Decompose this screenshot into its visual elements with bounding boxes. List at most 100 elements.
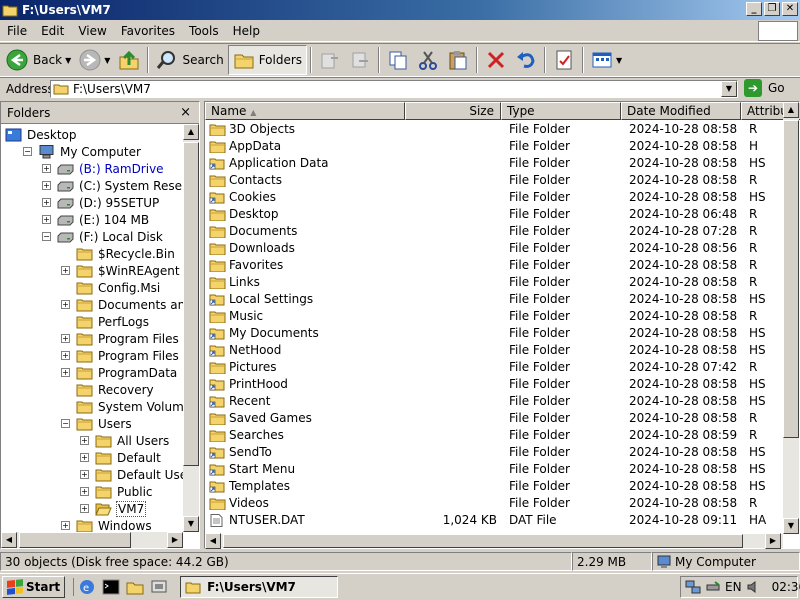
scroll-up-button[interactable]: ▲ [783, 102, 799, 118]
undo-button[interactable] [511, 45, 541, 75]
properties-button[interactable] [549, 45, 579, 75]
move-to-button[interactable] [315, 45, 345, 75]
file-row[interactable]: Saved Games File Folder 2024-10-28 08:58 R [205, 410, 783, 427]
file-row[interactable]: Start Menu File Folder 2024-10-28 08:58 HS [205, 461, 783, 478]
tree-node[interactable]: − Users [61, 415, 133, 432]
go-button[interactable]: ➔ Go [744, 79, 785, 97]
expand-toggle[interactable]: + [80, 470, 89, 479]
collapse-toggle[interactable]: − [42, 232, 51, 241]
tree-node[interactable]: + VM7 [80, 500, 147, 517]
menu-tools[interactable]: Tools [182, 24, 226, 38]
file-row[interactable]: Local Settings File Folder 2024-10-28 08:5… [205, 291, 783, 308]
file-row[interactable]: Music File Folder 2024-10-28 08:58 R [205, 308, 783, 325]
file-row[interactable]: NetHood File Folder 2024-10-28 08:58 HS [205, 342, 783, 359]
expand-toggle[interactable]: + [61, 351, 70, 360]
file-row[interactable]: Desktop File Folder 2024-10-28 06:48 R [205, 206, 783, 223]
expand-toggle[interactable]: + [42, 198, 51, 207]
column-modified-header[interactable]: Date Modified [621, 102, 741, 120]
speaker-icon[interactable] [746, 579, 762, 595]
expand-toggle[interactable]: + [61, 521, 70, 530]
tree-node[interactable]: + (C:) System Reserved [42, 177, 183, 194]
expand-toggle[interactable]: + [80, 504, 89, 513]
tree-node[interactable]: + ProgramData [61, 364, 178, 381]
expand-toggle[interactable]: + [61, 334, 70, 343]
menu-file[interactable]: File [0, 24, 34, 38]
back-button[interactable]: Back ▼ [2, 45, 75, 75]
tree-node[interactable]: System Volume Inforr [76, 398, 183, 415]
tree-node[interactable]: + (B:) RamDrive [42, 160, 165, 177]
tree-node[interactable]: + Program Files [61, 330, 180, 347]
command-prompt-icon[interactable] [102, 578, 120, 596]
tree-node[interactable]: Config.Msi [76, 279, 161, 296]
scroll-right-button[interactable]: ▶ [167, 532, 183, 548]
expand-toggle[interactable]: + [80, 487, 89, 496]
file-row[interactable]: Favorites File Folder 2024-10-28 08:58 R [205, 257, 783, 274]
expand-toggle[interactable]: + [61, 300, 70, 309]
minimize-button[interactable]: _ [746, 2, 762, 16]
clock[interactable]: 02:36 [772, 580, 800, 594]
folder-tree-horizontal-scrollbar[interactable]: ◀ ▶ [1, 532, 183, 548]
expand-toggle[interactable]: + [42, 164, 51, 173]
menu-favorites[interactable]: Favorites [114, 24, 182, 38]
file-row[interactable]: Contacts File Folder 2024-10-28 08:58 R [205, 172, 783, 189]
collapse-toggle[interactable]: − [23, 147, 32, 156]
scroll-down-button[interactable]: ▼ [783, 518, 799, 534]
network-icon[interactable] [685, 579, 701, 595]
internet-explorer-icon[interactable]: e [78, 578, 96, 596]
tree-node[interactable]: + (D:) 95SETUP [42, 194, 160, 211]
expand-toggle[interactable]: + [42, 181, 51, 190]
column-type-header[interactable]: Type [501, 102, 621, 120]
expand-toggle[interactable]: + [80, 453, 89, 462]
close-button[interactable]: ✕ [782, 2, 798, 16]
language-indicator[interactable]: EN [725, 580, 742, 594]
tree-node[interactable]: + Default User [80, 466, 183, 483]
file-row[interactable]: AppData File Folder 2024-10-28 08:58 H [205, 138, 783, 155]
explorer-icon[interactable] [126, 578, 144, 596]
tree-node[interactable]: + Windows [61, 517, 153, 532]
tree-node[interactable]: − My Computer [23, 143, 142, 160]
file-row[interactable]: Downloads File Folder 2024-10-28 08:56 R [205, 240, 783, 257]
expand-toggle[interactable]: + [42, 215, 51, 224]
tree-node[interactable]: + All Users [80, 432, 170, 449]
maximize-button[interactable]: ❐ [764, 2, 780, 16]
views-dropdown-icon[interactable]: ▼ [616, 56, 622, 65]
tree-node[interactable]: Desktop [5, 126, 78, 143]
expand-toggle[interactable]: + [61, 266, 70, 275]
scroll-left-button[interactable]: ◀ [1, 532, 17, 548]
tree-node[interactable]: + Program Files (x86) [61, 347, 183, 364]
menu-edit[interactable]: Edit [34, 24, 71, 38]
forward-dropdown-icon[interactable]: ▼ [104, 56, 110, 65]
delete-button[interactable] [481, 45, 511, 75]
address-input[interactable]: F:\Users\VM7 ▼ [50, 80, 738, 98]
paste-button[interactable] [443, 45, 473, 75]
scroll-down-button[interactable]: ▼ [183, 516, 199, 532]
tree-node[interactable]: + Default [80, 449, 162, 466]
file-row[interactable]: Application Data File Folder 2024-10-28 08… [205, 155, 783, 172]
file-row[interactable]: 3D Objects File Folder 2024-10-28 08:58 R [205, 121, 783, 138]
search-button[interactable]: Search [152, 45, 227, 75]
views-button[interactable]: ▼ [587, 45, 626, 75]
scroll-left-button[interactable]: ◀ [205, 533, 221, 549]
file-row[interactable]: Recent File Folder 2024-10-28 08:58 HS [205, 393, 783, 410]
tree-node[interactable]: + Documents and Setti [61, 296, 183, 313]
copy-to-button[interactable] [345, 45, 375, 75]
tree-node[interactable]: + $WinREAgent [61, 262, 181, 279]
scroll-up-button[interactable]: ▲ [183, 124, 199, 140]
scroll-thumb[interactable] [19, 532, 131, 548]
file-row[interactable]: Searches File Folder 2024-10-28 08:59 R [205, 427, 783, 444]
show-desktop-icon[interactable] [150, 578, 168, 596]
safely-remove-hardware-icon[interactable] [705, 579, 721, 595]
tree-node[interactable]: + Public [80, 483, 154, 500]
tree-node[interactable]: PerfLogs [76, 313, 150, 330]
tree-node[interactable]: Recovery [76, 381, 155, 398]
collapse-toggle[interactable]: − [61, 419, 70, 428]
file-row[interactable]: PrintHood File Folder 2024-10-28 08:58 HS [205, 376, 783, 393]
start-button[interactable]: Start [2, 576, 66, 598]
file-list-horizontal-scrollbar[interactable]: ◀ ▶ [205, 533, 783, 549]
taskbar-window-explorer[interactable]: F:\Users\VM7 [180, 576, 339, 598]
tree-node[interactable]: − (F:) Local Disk [42, 228, 164, 245]
scroll-thumb[interactable] [783, 120, 799, 438]
scroll-thumb[interactable] [223, 534, 743, 548]
folder-tree-vertical-scrollbar[interactable]: ▲ ▼ [183, 124, 199, 532]
expand-toggle[interactable]: + [61, 368, 70, 377]
